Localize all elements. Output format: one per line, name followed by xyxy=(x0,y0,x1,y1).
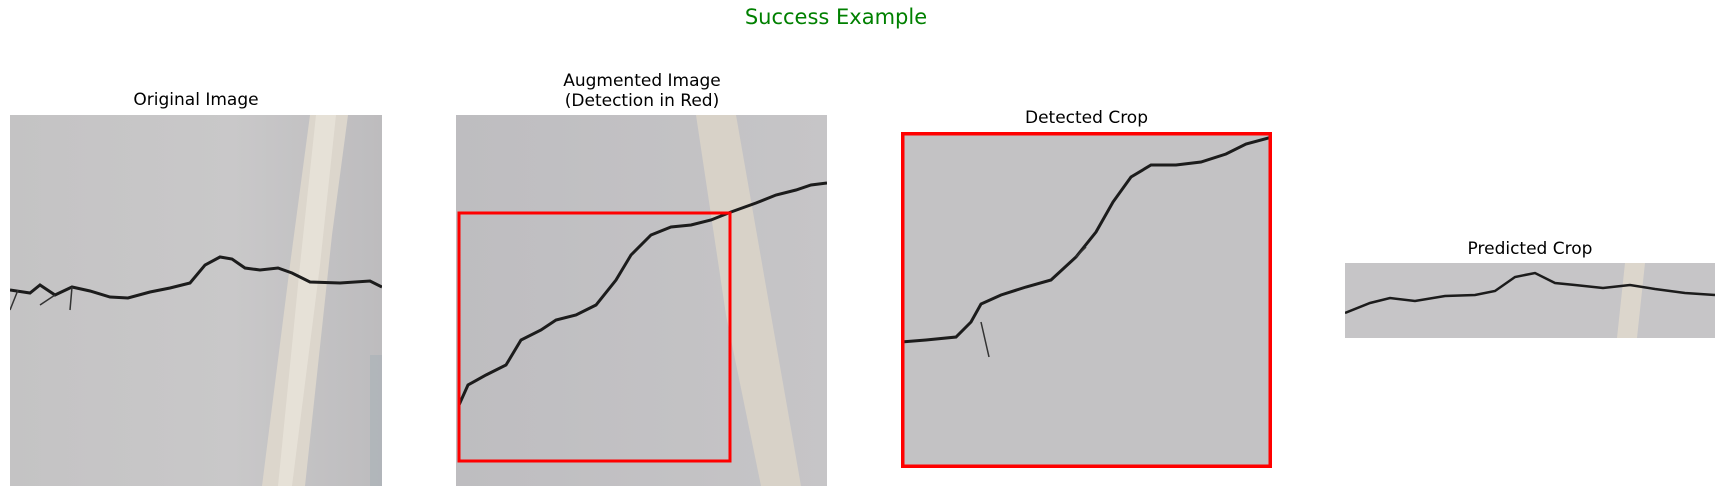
figure-suptitle: Success Example xyxy=(744,5,928,29)
original-image xyxy=(10,115,382,486)
augmented-image xyxy=(456,115,827,486)
predicted-crop-image xyxy=(1345,263,1715,338)
detected-crop-image xyxy=(901,132,1272,468)
panel-title-augmented: Augmented Image (Detection in Red) xyxy=(563,71,721,111)
panel-title-original: Original Image xyxy=(133,90,259,110)
panel-title-detected: Detected Crop xyxy=(1024,108,1149,128)
panel-title-predicted: Predicted Crop xyxy=(1467,239,1593,259)
